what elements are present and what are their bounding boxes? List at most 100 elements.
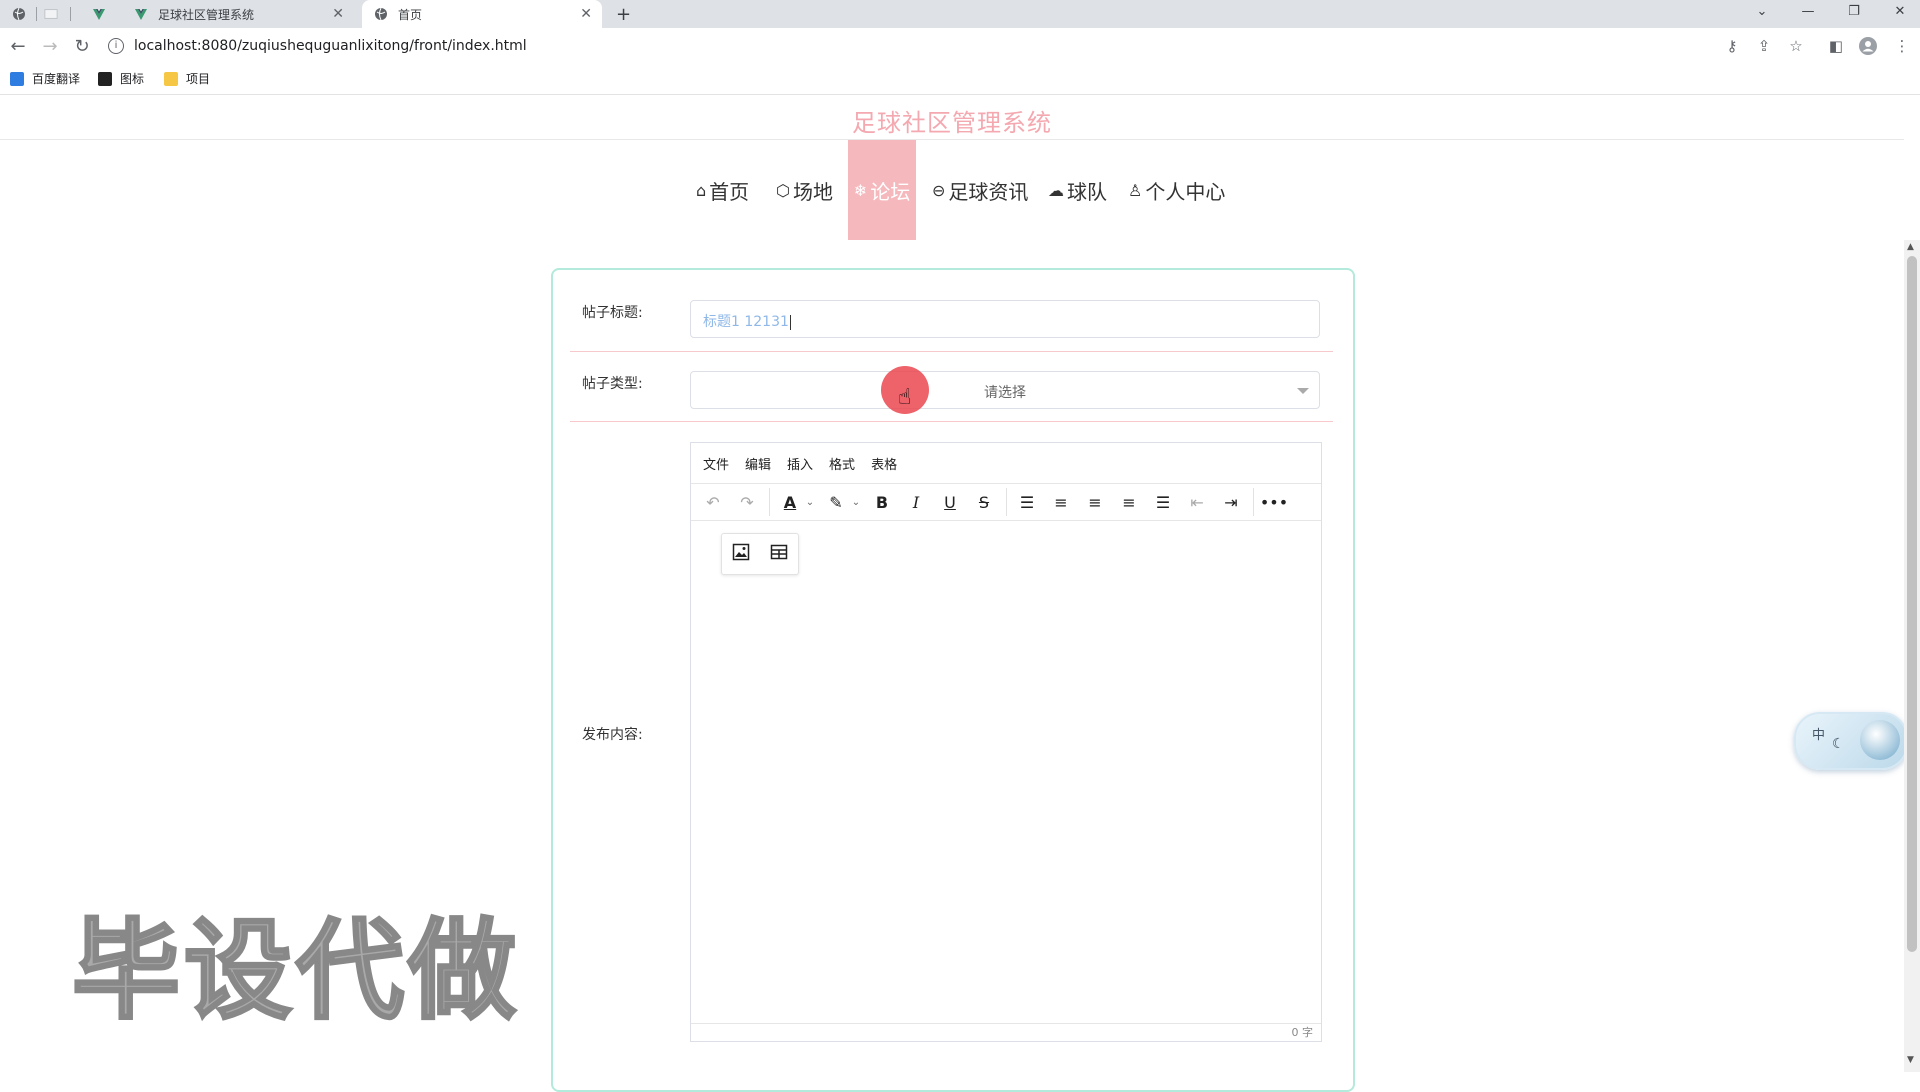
sidepanel-icon[interactable]: ◧ [1824,34,1848,58]
nav-item-profile[interactable]: ♙ 个人中心 [1128,140,1225,240]
menu-format[interactable]: 格式 [829,454,855,473]
align-left-icon[interactable]: ≡ [1047,488,1075,516]
tab-title: 首页 [398,7,423,22]
align-center-icon[interactable]: ≡ [1081,488,1109,516]
forward-icon[interactable]: → [38,34,62,58]
image-icon [98,71,112,86]
editor-menubar: 文件 编辑 插入 格式 表格 [691,443,1321,483]
nav-item-team[interactable]: ☁ 球队 [1048,140,1107,240]
football-icon: ⊖ [932,180,946,200]
address-bar[interactable]: i localhost:8080/zuqiushequguanlixitong/… [108,31,1788,61]
globe-icon [12,7,26,21]
menu-table[interactable]: 表格 [871,454,897,473]
italic-icon[interactable]: I [902,488,930,516]
floating-assistant-widget[interactable]: 中 ☾ [1794,712,1908,770]
folder-icon [164,71,178,86]
post-content-label: 发布内容: [582,727,643,743]
undo-icon[interactable]: ↶ [699,488,727,516]
close-icon[interactable]: ✕ [332,6,344,22]
tab-home[interactable]: 首页 ✕ [362,0,602,28]
outdent-icon[interactable]: ⇤ [1183,488,1211,516]
bookmark-item[interactable]: 项目 [164,70,210,87]
site-title: 足球社区管理系统 [852,109,1052,137]
close-icon[interactable]: ✕ [580,6,592,22]
bookmarks-bar: 百度翻译 图标 项目 [0,64,1920,95]
share-icon[interactable]: ⇪ [1752,34,1776,58]
image-icon[interactable] [732,543,750,566]
browser-tabstrip: 足球社区管理系统 ✕ 首页 ✕ + ⌄ — ❐ ✕ [0,0,1920,28]
select-placeholder: 请选择 [984,385,1026,401]
browser-toolbar: ← → ↻ i localhost:8080/zuqiushequguanlix… [0,28,1920,64]
bookmark-item[interactable]: 图标 [98,70,144,87]
tab-system[interactable]: 足球社区管理系统 ✕ [124,0,354,28]
scroll-up-icon[interactable]: ▲ [1907,242,1914,252]
home-icon: ⌂ [696,180,707,200]
more-icon[interactable]: ••• [1260,488,1288,516]
back-icon[interactable]: ← [6,34,30,58]
post-title-label: 帖子标题: [582,305,643,321]
close-window-icon[interactable]: ✕ [1882,0,1918,22]
tab-search-icon[interactable]: ⌄ [1744,0,1780,22]
nav-item-home[interactable]: ⌂ 首页 [696,140,749,240]
info-icon[interactable]: i [108,38,124,54]
mascot-icon [1860,720,1900,760]
minimize-icon[interactable]: — [1790,0,1826,22]
cube-icon: ⬡ [776,180,790,200]
menu-insert[interactable]: 插入 [787,454,813,473]
table-icon[interactable] [770,543,788,566]
watermark-text: 毕设代做 [70,908,521,1036]
underline-icon[interactable]: U [936,488,964,516]
chevron-down-icon[interactable]: ⌄ [850,488,862,516]
quick-insert-toolbar [721,533,799,575]
menu-file[interactable]: 文件 [703,454,729,473]
bookmark-item[interactable]: 百度翻译 [10,70,80,87]
key-icon[interactable]: ⚷ [1720,34,1744,58]
word-count: 0 字 [691,1023,1321,1041]
moon-icon: ☾ [1832,736,1845,752]
translate-icon [10,71,24,86]
new-tab-button[interactable]: + [616,0,636,28]
chevron-down-icon[interactable]: ⌄ [804,488,816,516]
vue-icon [134,7,148,21]
menu-edit[interactable]: 编辑 [745,454,771,473]
main-nav: ⌂ 首页 ⬡ 场地 ❄ 论坛 ⊖ 足球资讯 ☁ 球队 ♙ 个人中心 [0,140,1904,240]
blank-page-icon [44,7,58,21]
profile-icon[interactable] [1856,34,1880,58]
restore-icon[interactable]: ❐ [1836,0,1872,22]
vue-icon [92,7,106,21]
chevron-down-icon [1297,388,1309,394]
align-justify-icon[interactable]: ☰ [1149,488,1177,516]
menu-icon[interactable]: ⋮ [1890,34,1914,58]
post-type-label: 帖子类型: [582,376,643,392]
user-icon: ♙ [1128,180,1143,200]
align-right-icon[interactable]: ≡ [1115,488,1143,516]
bold-icon[interactable]: B [868,488,896,516]
snowflake-icon: ❄ [853,180,868,200]
site-header: 足球社区管理系统 [0,95,1904,140]
url-text: localhost:8080/zuqiushequguanlixitong/fr… [134,38,527,54]
tab-title: 足球社区管理系统 [158,7,255,22]
nav-item-venue[interactable]: ⬡ 场地 [776,140,833,240]
cloud-icon: ☁ [1048,180,1064,200]
tab-pinned-1[interactable] [12,0,36,28]
reload-icon[interactable]: ↻ [70,34,94,58]
star-icon[interactable]: ☆ [1784,34,1808,58]
redo-icon[interactable]: ↷ [733,488,761,516]
post-title-input[interactable]: 标题1 12131 [690,300,1320,338]
text-color-icon[interactable]: A [776,488,804,516]
line-height-icon[interactable]: ☰ [1013,488,1041,516]
hand-cursor-icon: ☝ [898,385,912,410]
tab-pinned-2[interactable] [44,0,68,28]
globe-icon [374,7,388,21]
nav-item-news[interactable]: ⊖ 足球资讯 [932,140,1028,240]
scroll-down-icon[interactable]: ▼ [1907,1055,1914,1065]
highlight-color-icon[interactable]: ✎ [822,488,850,516]
editor-toolbar: ↶ ↷ A ⌄ ✎ ⌄ B I U S ☰ ≡ ≡ ≡ ☰ ⇤ ⇥ ••• [691,483,1321,521]
indent-icon[interactable]: ⇥ [1217,488,1245,516]
post-type-select[interactable]: 请选择 [690,371,1320,409]
scrollbar-thumb[interactable] [1907,256,1917,952]
nav-item-forum[interactable]: ❄ 论坛 [848,140,916,240]
strikethrough-icon[interactable]: S [970,488,998,516]
tab-pinned-3[interactable] [92,0,116,28]
rich-text-editor[interactable]: 文件 编辑 插入 格式 表格 ↶ ↷ A ⌄ ✎ ⌄ B I U S ☰ ≡ ≡… [690,442,1322,1042]
